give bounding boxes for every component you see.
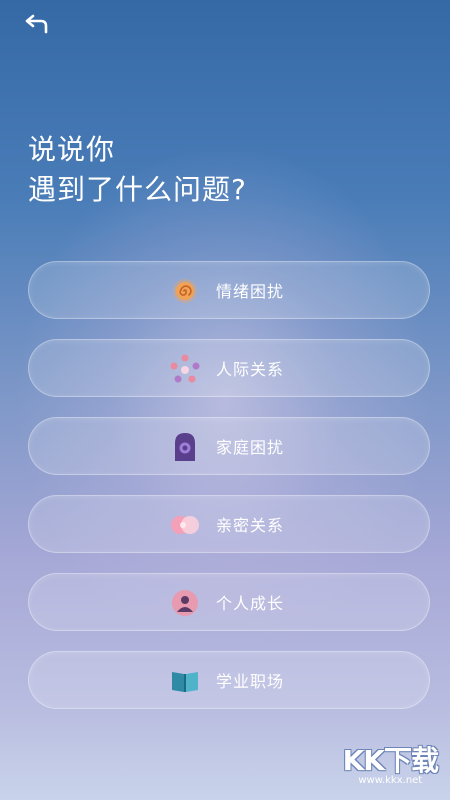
- page-title-line2: 遇到了什么问题?: [28, 173, 247, 206]
- back-arrow-icon: [25, 14, 48, 34]
- option-label: 个人成长: [216, 594, 285, 613]
- option-interpersonal-relations[interactable]: 人际关系: [28, 339, 430, 397]
- page-title: 说说你 遇到了什么问题?: [28, 130, 247, 210]
- people-circle-icon: [169, 353, 201, 385]
- person-icon: [169, 587, 201, 619]
- option-family-trouble[interactable]: 家庭困扰: [28, 417, 430, 475]
- book-icon: [169, 665, 201, 697]
- watermark: KK下载 www.kkx.net: [342, 739, 439, 786]
- page-title-line1: 说说你: [28, 133, 116, 166]
- swirl-icon: [169, 275, 201, 307]
- option-label: 家庭困扰: [216, 438, 285, 457]
- option-label: 亲密关系: [216, 516, 285, 535]
- option-study-career[interactable]: 学业职场: [28, 651, 430, 709]
- back-button[interactable]: [24, 8, 60, 40]
- option-label: 学业职场: [216, 672, 285, 691]
- hearts-icon: [169, 509, 201, 541]
- option-label: 人际关系: [216, 360, 285, 379]
- option-label: 情绪困扰: [216, 282, 285, 301]
- option-emotional-distress[interactable]: 情绪困扰: [28, 261, 430, 319]
- house-door-icon: [169, 431, 201, 463]
- watermark-logo: KK下载: [342, 744, 439, 777]
- option-personal-growth[interactable]: 个人成长: [28, 573, 430, 631]
- option-intimate-relations[interactable]: 亲密关系: [28, 495, 430, 553]
- problem-options-list: 情绪困扰 人际关系 家庭困扰 亲密关系 个人成长 学业职场: [28, 261, 430, 729]
